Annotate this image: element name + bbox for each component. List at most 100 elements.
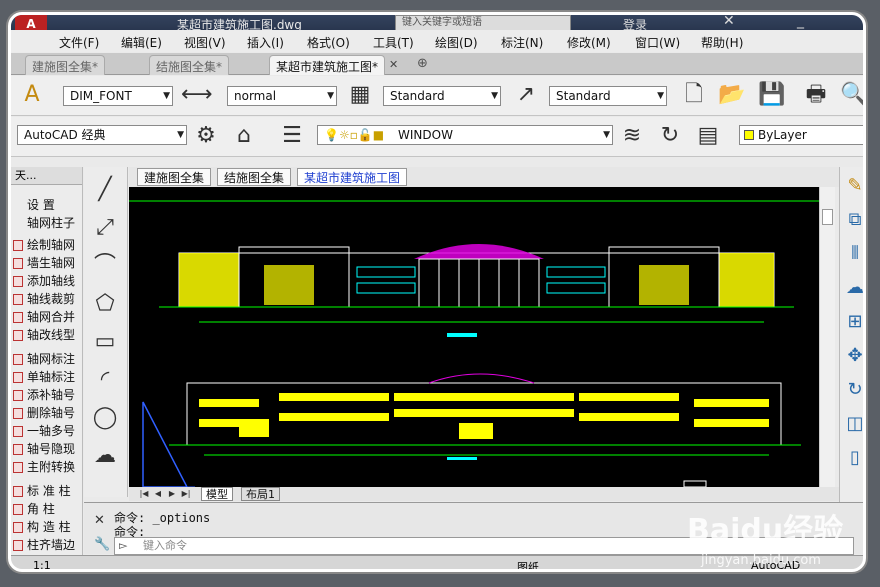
stretch-icon[interactable]: ▯	[842, 443, 863, 473]
palette-item-wall-axis[interactable]: 墙生轴网	[11, 255, 83, 272]
layer-states-icon[interactable]: ▤	[693, 121, 723, 151]
dim-style-icon[interactable]: ⟷	[181, 80, 213, 110]
layout-tab-active[interactable]: 某超市建筑施工图	[297, 168, 408, 186]
polyline-icon[interactable]: ⌒	[88, 249, 122, 283]
construction-line-icon[interactable]: ⤢	[88, 211, 122, 245]
prev-tab-icon[interactable]: ◀	[153, 488, 163, 500]
paper-toggle[interactable]: 图纸	[517, 559, 539, 569]
line-icon[interactable]: ╱	[88, 173, 122, 207]
first-tab-icon[interactable]: |◀	[139, 488, 149, 500]
gear-icon[interactable]: ⚙	[191, 121, 221, 151]
scale-icon[interactable]: ◫	[842, 409, 863, 439]
palette-item-main-sub-convert[interactable]: 主附转换	[11, 459, 83, 476]
move-icon[interactable]: ✥	[842, 341, 863, 371]
table-style-icon[interactable]: ▦	[345, 80, 375, 110]
open-folder-icon[interactable]: 📂	[717, 80, 747, 110]
mirror-icon[interactable]: ⫴	[842, 239, 863, 269]
color-select[interactable]: ByLayer	[739, 125, 863, 145]
palette-item-single-axis-dim[interactable]: 单轴标注	[11, 369, 83, 386]
layout-tab[interactable]: 建施图全集	[137, 168, 212, 186]
menu-draw[interactable]: 绘图(D)	[435, 34, 478, 51]
multileader-style-select[interactable]: Standard ▼	[549, 86, 667, 106]
copy-icon[interactable]: ⧉	[842, 205, 863, 235]
palette-item-align-column[interactable]: 柱齐墙边	[11, 537, 83, 554]
palette-item-axis-linetype[interactable]: 轴改线型	[11, 327, 83, 344]
layout-tab[interactable]: 结施图全集	[217, 168, 292, 186]
menu-tools[interactable]: 工具(T)	[373, 34, 414, 51]
arc-icon[interactable]: ◜	[88, 363, 122, 397]
dim-style-select[interactable]: normal ▼	[227, 86, 337, 106]
window-row	[579, 393, 679, 401]
chevron-down-icon: ▼	[327, 91, 334, 101]
palette-item-add-axis-number[interactable]: 添补轴号	[11, 387, 83, 404]
align-column-icon	[13, 540, 23, 551]
erase-icon[interactable]: ✎	[842, 171, 863, 201]
multileader-style-icon[interactable]: ↗	[511, 80, 541, 110]
palette-item-axis-columns[interactable]: 轴网柱子	[11, 215, 83, 232]
vertical-scrollbar[interactable]	[819, 187, 835, 487]
minimize-icon[interactable]: _	[797, 15, 804, 29]
workspace-settings-icon[interactable]: ⌂	[229, 121, 259, 151]
palette-item-draw-axis[interactable]: 绘制轴网	[11, 237, 83, 254]
revision-cloud-icon[interactable]: ☁	[88, 439, 122, 473]
close-icon[interactable]: ✕	[94, 513, 105, 528]
menu-view[interactable]: 视图(V)	[184, 34, 226, 51]
close-icon[interactable]: ✕	[723, 15, 735, 29]
trim-axis-icon	[13, 294, 23, 305]
rear-title-bar	[447, 457, 477, 460]
scale-readout[interactable]: 1:1	[33, 559, 51, 569]
close-tab-icon[interactable]: ✕	[389, 58, 398, 71]
table-style-select[interactable]: Standard ▼	[383, 86, 501, 106]
search-input[interactable]: 键入关键字或短语	[395, 15, 571, 31]
model-tab[interactable]: 模型	[201, 487, 233, 501]
door-block	[239, 419, 269, 437]
palette-item-trim-axis[interactable]: 轴线裁剪	[11, 291, 83, 308]
wrench-icon[interactable]: 🔧	[94, 537, 110, 552]
menu-help[interactable]: 帮助(H)	[701, 34, 743, 51]
offset-icon[interactable]: ☁	[842, 273, 863, 303]
drawing-canvas[interactable]	[129, 187, 819, 488]
palette-item-settings[interactable]: 设 置	[11, 197, 83, 214]
save-icon[interactable]: 💾	[757, 80, 787, 110]
array-icon[interactable]: ⊞	[842, 307, 863, 337]
last-tab-icon[interactable]: ▶|	[181, 488, 191, 500]
scroll-thumb[interactable]	[822, 209, 833, 225]
menu-edit[interactable]: 编辑(E)	[121, 34, 162, 51]
menu-format[interactable]: 格式(O)	[307, 34, 350, 51]
text-style-icon[interactable]: A	[17, 80, 47, 110]
layer-properties-icon[interactable]: ☰	[277, 121, 307, 151]
multi-number-icon	[13, 426, 23, 437]
text-style-select[interactable]: DIM_FONT ▼	[63, 86, 173, 106]
make-current-layer-icon[interactable]: ≋	[617, 121, 647, 151]
palette-item-merge-grid[interactable]: 轴网合并	[11, 309, 83, 326]
palette-item-toggle-number[interactable]: 轴号隐现	[11, 441, 83, 458]
palette-item-corner-column[interactable]: 角 柱	[11, 501, 83, 518]
new-tab-icon[interactable]: ⊕	[417, 56, 428, 71]
menu-window[interactable]: 窗口(W)	[635, 34, 680, 51]
palette-item-multi-number[interactable]: 一轴多号	[11, 423, 83, 440]
menu-modify[interactable]: 修改(M)	[567, 34, 611, 51]
rectangle-icon[interactable]: ▭	[88, 325, 122, 359]
doc-tab-active[interactable]: 某超市建筑施工图*	[269, 55, 386, 75]
print-icon[interactable]: 🖶	[801, 80, 831, 110]
new-file-icon[interactable]: 🗋	[679, 80, 709, 110]
palette-item-add-axis[interactable]: 添加轴线	[11, 273, 83, 290]
polygon-icon[interactable]: ⬠	[88, 287, 122, 321]
workspace-select[interactable]: AutoCAD 经典 ▼	[17, 125, 187, 145]
circle-icon[interactable]: ◯	[88, 401, 122, 435]
doc-tab[interactable]: 建施图全集*	[25, 55, 106, 75]
menu-file[interactable]: 文件(F)	[59, 34, 99, 51]
palette-item-delete-axis-number[interactable]: 删除轴号	[11, 405, 83, 422]
menu-insert[interactable]: 插入(I)	[247, 34, 284, 51]
palette-item-structural-column[interactable]: 构 造 柱	[11, 519, 83, 536]
next-tab-icon[interactable]: ▶	[167, 488, 177, 500]
zoom-icon[interactable]: 🔍	[839, 80, 863, 110]
layer-previous-icon[interactable]: ↻	[655, 121, 685, 151]
rotate-icon[interactable]: ↻	[842, 375, 863, 405]
doc-tab[interactable]: 结施图全集*	[149, 55, 230, 75]
menu-dimension[interactable]: 标注(N)	[501, 34, 543, 51]
layout1-tab[interactable]: 布局1	[241, 487, 280, 501]
layer-select[interactable]: 💡☼▫🔓■ WINDOW ▼	[317, 125, 613, 145]
palette-item-standard-column[interactable]: 标 准 柱	[11, 483, 83, 500]
palette-item-grid-dimension[interactable]: 轴网标注	[11, 351, 83, 368]
